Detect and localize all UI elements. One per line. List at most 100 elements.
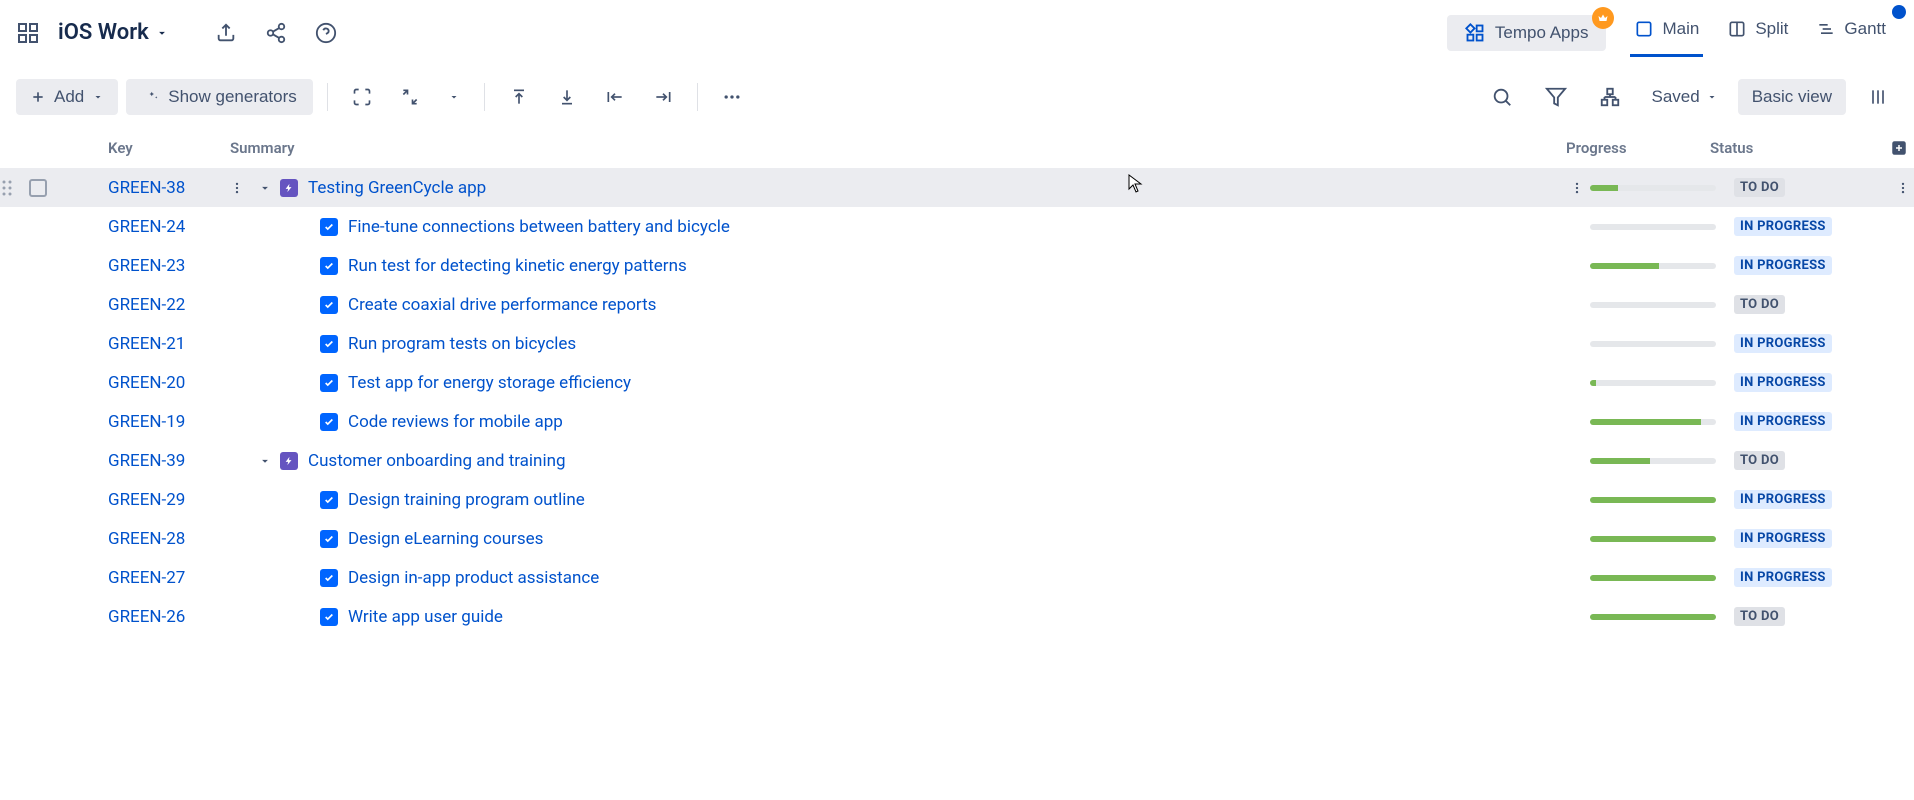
collapse-all-button[interactable] (390, 79, 430, 115)
status-cell[interactable]: IN PROGRESS (1734, 256, 1896, 275)
task-type-icon (320, 608, 348, 626)
show-generators-button[interactable]: Show generators (126, 79, 313, 115)
issue-summary[interactable]: Run program tests on bicycles (348, 334, 1570, 354)
project-title[interactable]: iOS Work (58, 20, 169, 45)
row-menu-button[interactable] (230, 181, 250, 195)
task-type-icon (320, 413, 348, 431)
status-cell[interactable]: IN PROGRESS (1734, 490, 1896, 509)
view-tab-main-label: Main (1662, 19, 1699, 39)
issue-key[interactable]: GREEN-21 (108, 334, 230, 354)
add-column-button[interactable] (1890, 139, 1914, 157)
row-inline-menu-button[interactable] (1570, 181, 1590, 195)
view-tab-main[interactable]: Main (1622, 9, 1711, 57)
help-button[interactable] (311, 18, 341, 48)
issue-summary[interactable]: Fine-tune connections between battery an… (348, 217, 1570, 237)
top-bar: iOS Work Tempo Apps (0, 0, 1914, 66)
table-row[interactable]: GREEN-24 Fine-tune connections between ba… (0, 207, 1914, 246)
arrow-down-bar-icon (557, 87, 577, 107)
column-header-status[interactable]: Status (1710, 139, 1890, 157)
view-tab-split-label: Split (1755, 19, 1788, 39)
issue-summary[interactable]: Design eLearning courses (348, 529, 1570, 549)
issue-summary[interactable]: Write app user guide (348, 607, 1570, 627)
issue-key[interactable]: GREEN-27 (108, 568, 230, 588)
issue-summary[interactable]: Design training program outline (348, 490, 1570, 510)
issue-key[interactable]: GREEN-28 (108, 529, 230, 549)
table-row[interactable]: GREEN-19 Code reviews for mobile app IN PR… (0, 402, 1914, 441)
table-row[interactable]: GREEN-22 Create coaxial drive performance… (0, 285, 1914, 324)
issue-summary[interactable]: Customer onboarding and training (308, 451, 1570, 471)
issue-key[interactable]: GREEN-19 (108, 412, 230, 432)
status-cell[interactable]: TO DO (1734, 295, 1896, 314)
table-row[interactable]: GREEN-21 Run program tests on bicycles IN … (0, 324, 1914, 363)
tempo-apps-button[interactable]: Tempo Apps (1447, 15, 1607, 51)
issue-key[interactable]: GREEN-29 (108, 490, 230, 510)
drag-handle[interactable] (0, 180, 14, 196)
issue-key[interactable]: GREEN-22 (108, 295, 230, 315)
app-icon[interactable] (16, 21, 40, 45)
indent-button[interactable] (643, 79, 683, 115)
issue-key[interactable]: GREEN-38 (108, 178, 230, 198)
status-cell[interactable]: IN PROGRESS (1734, 373, 1896, 392)
issue-summary[interactable]: Run test for detecting kinetic energy pa… (348, 256, 1570, 276)
table-row[interactable]: GREEN-23 Run test for detecting kinetic e… (0, 246, 1914, 285)
table-row[interactable]: GREEN-27 Design in-app product assistance… (0, 558, 1914, 597)
row-trailing-menu-button[interactable] (1896, 181, 1914, 195)
column-header-key[interactable]: Key (108, 139, 230, 157)
status-cell[interactable]: IN PROGRESS (1734, 217, 1896, 236)
check-icon (324, 378, 334, 388)
table-row[interactable]: GREEN-28 Design eLearning courses IN PROGR… (0, 519, 1914, 558)
search-button[interactable] (1481, 78, 1523, 116)
progress-bar (1590, 263, 1716, 269)
saved-view-button[interactable]: Saved (1643, 81, 1725, 113)
issue-summary[interactable]: Design in-app product assistance (348, 568, 1570, 588)
view-tab-split[interactable]: Split (1715, 9, 1800, 57)
basic-view-button[interactable]: Basic view (1738, 79, 1846, 115)
status-cell[interactable]: IN PROGRESS (1734, 568, 1896, 587)
status-cell[interactable]: TO DO (1734, 451, 1896, 470)
status-cell[interactable]: TO DO (1734, 607, 1896, 626)
add-button[interactable]: Add (16, 79, 118, 115)
view-tab-gantt[interactable]: Gantt (1804, 9, 1898, 57)
share-button[interactable] (261, 18, 291, 48)
export-button[interactable] (211, 18, 241, 48)
issue-key[interactable]: GREEN-20 (108, 373, 230, 393)
status-cell[interactable]: IN PROGRESS (1734, 334, 1896, 353)
status-cell[interactable]: TO DO (1734, 178, 1896, 197)
topbar-actions (211, 18, 341, 48)
expand-all-button[interactable] (342, 79, 382, 115)
table-row[interactable]: GREEN-38 Testing GreenCycle app TO DO (0, 168, 1914, 207)
expand-toggle[interactable] (250, 454, 280, 468)
chevron-down-icon (92, 91, 104, 103)
move-down-button[interactable] (547, 79, 587, 115)
group-button[interactable] (1589, 78, 1631, 116)
task-type-icon (320, 374, 348, 392)
issue-key[interactable]: GREEN-39 (108, 451, 230, 471)
more-actions-button[interactable] (712, 79, 752, 115)
progress-cell (1590, 224, 1734, 230)
status-badge: TO DO (1734, 178, 1785, 197)
issue-key[interactable]: GREEN-26 (108, 607, 230, 627)
move-up-button[interactable] (499, 79, 539, 115)
expand-dropdown-button[interactable] (438, 83, 470, 111)
row-checkbox[interactable] (14, 179, 62, 197)
expand-toggle[interactable] (250, 181, 280, 195)
issue-key[interactable]: GREEN-24 (108, 217, 230, 237)
issue-summary[interactable]: Test app for energy storage efficiency (348, 373, 1570, 393)
outdent-button[interactable] (595, 79, 635, 115)
table-row[interactable]: GREEN-26 Write app user guide TO DO (0, 597, 1914, 636)
columns-button[interactable] (1858, 79, 1898, 115)
table-row[interactable]: GREEN-20 Test app for energy storage effi… (0, 363, 1914, 402)
column-header-progress[interactable]: Progress (1566, 139, 1710, 157)
status-cell[interactable]: IN PROGRESS (1734, 529, 1896, 548)
issue-key[interactable]: GREEN-23 (108, 256, 230, 276)
filter-button[interactable] (1535, 78, 1577, 116)
table-row[interactable]: GREEN-29 Design training program outline I… (0, 480, 1914, 519)
issue-summary[interactable]: Code reviews for mobile app (348, 412, 1570, 432)
progress-cell (1590, 185, 1734, 191)
split-icon (1727, 19, 1747, 39)
table-row[interactable]: GREEN-39 Customer onboarding and training… (0, 441, 1914, 480)
status-cell[interactable]: IN PROGRESS (1734, 412, 1896, 431)
issue-summary[interactable]: Testing GreenCycle app (308, 178, 1570, 198)
issue-summary[interactable]: Create coaxial drive performance reports (348, 295, 1570, 315)
column-header-summary[interactable]: Summary (230, 139, 1566, 157)
